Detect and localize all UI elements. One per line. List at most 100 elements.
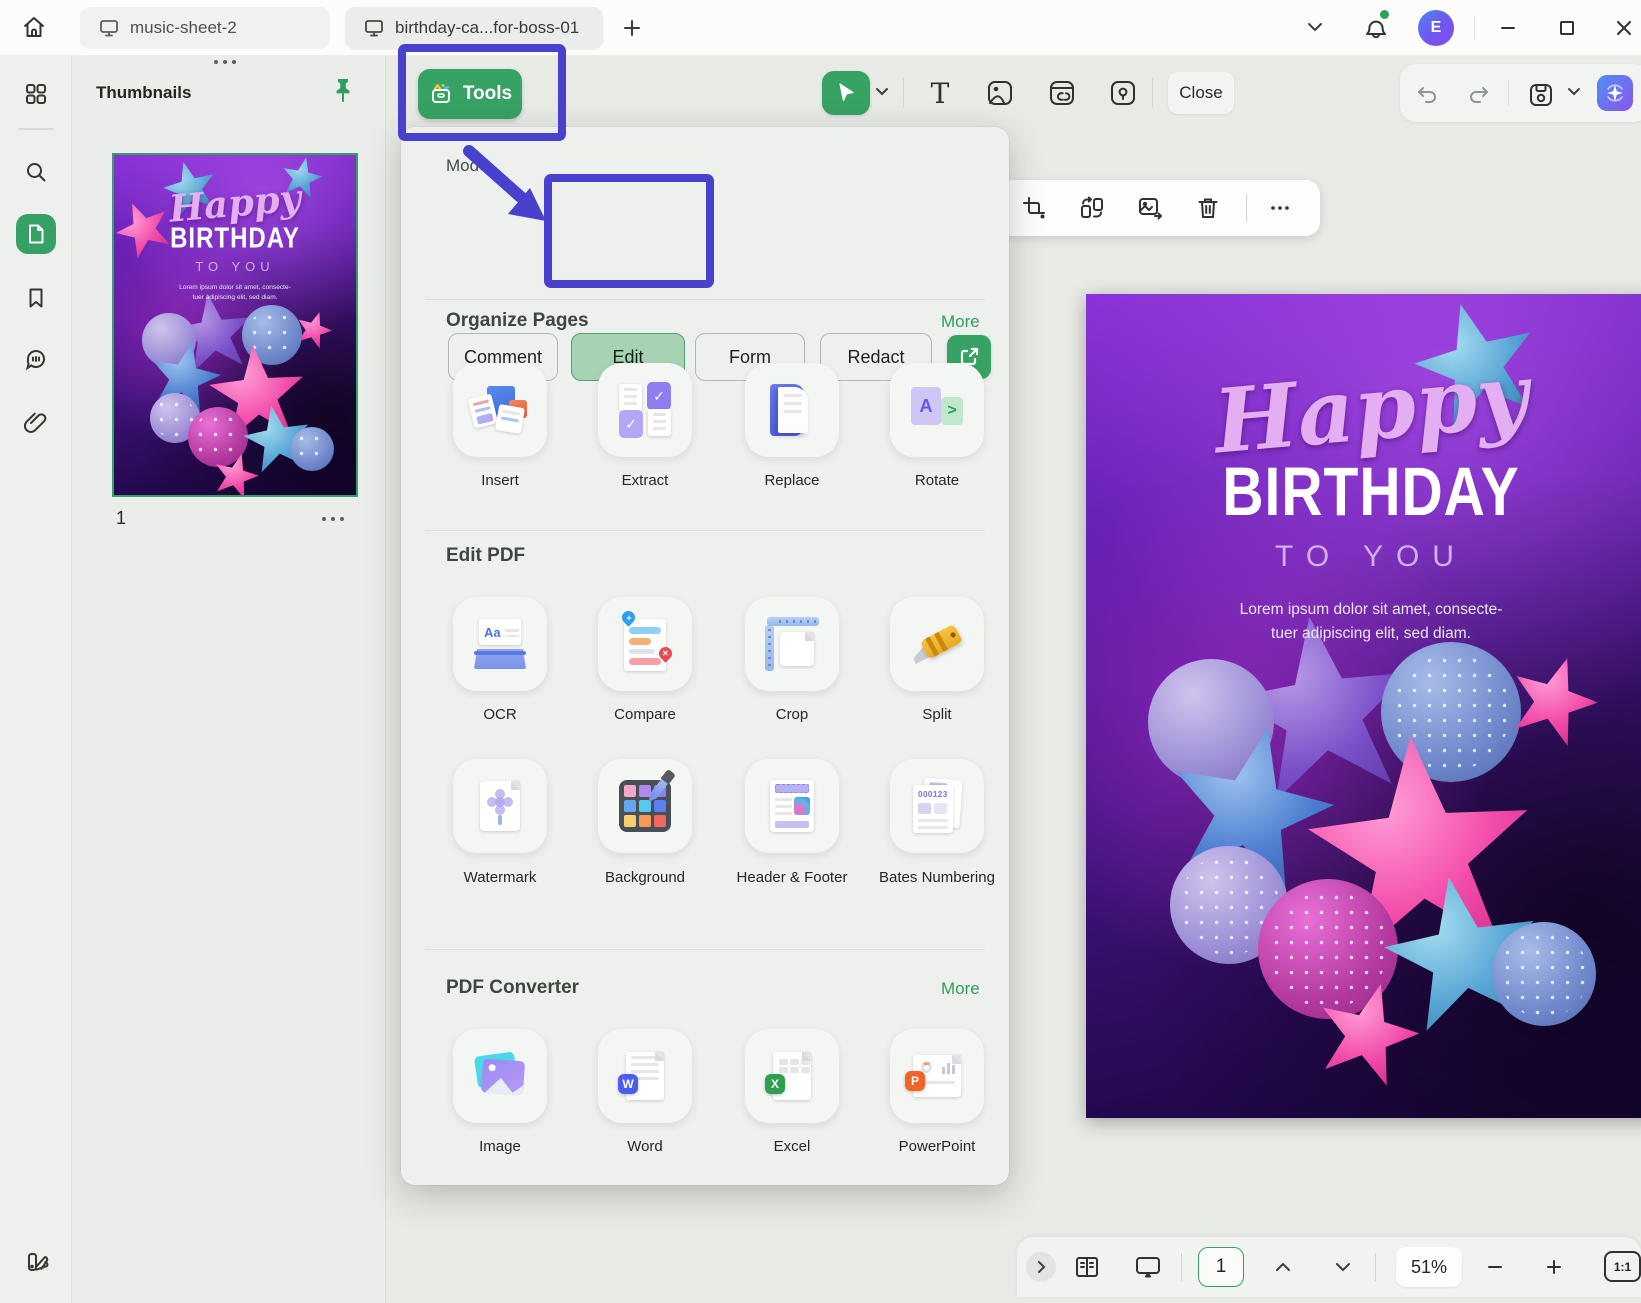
comments-icon[interactable] (16, 340, 56, 380)
minimize-button[interactable] (1494, 14, 1522, 42)
background-icon (619, 780, 671, 832)
tab-music-sheet-2[interactable]: music-sheet-2 (80, 7, 330, 49)
tool-tile-background[interactable] (598, 759, 692, 853)
tool-tile-replace[interactable] (745, 363, 839, 457)
close-window-button[interactable] (1610, 14, 1638, 42)
tab-label: birthday-ca...for-boss-01 (395, 18, 579, 38)
page-number-input[interactable]: 1 (1198, 1247, 1244, 1287)
left-sidebar (0, 56, 72, 1303)
pin-icon[interactable] (330, 76, 356, 106)
zoom-level[interactable]: 51% (1396, 1247, 1462, 1287)
tool-label: Split (867, 705, 1007, 725)
delete-page-icon[interactable] (1190, 190, 1226, 226)
maximize-button[interactable] (1553, 14, 1581, 42)
extract-icon: ✓ ✓ (619, 384, 671, 436)
tools-button[interactable]: Tools (418, 69, 522, 119)
birthday-card-page: Happy BIRTHDAY TO YOU Lorem ipsum dolor … (1086, 294, 1641, 1118)
page-thumbnails-icon[interactable] (16, 214, 56, 254)
save-options-chevron-icon[interactable] (1566, 86, 1582, 98)
divider (903, 78, 904, 108)
add-link-icon[interactable] (1043, 74, 1081, 112)
tool-tile-crop[interactable] (745, 597, 839, 691)
tool-tile-extract[interactable]: ✓ ✓ (598, 363, 692, 457)
search-icon[interactable] (16, 152, 56, 192)
divider (1246, 194, 1247, 222)
select-tool-chevron-icon[interactable] (874, 86, 890, 98)
tool-tile-excel[interactable]: X (745, 1029, 839, 1123)
swatch-fan-icon[interactable] (16, 1242, 56, 1282)
tool-label: Insert (430, 471, 570, 491)
crop-icon[interactable] (1016, 190, 1052, 226)
attachments-icon[interactable] (16, 403, 56, 443)
actual-size-button[interactable]: 1:1 (1604, 1251, 1641, 1282)
avatar[interactable]: E (1418, 10, 1454, 46)
divider (1152, 78, 1153, 108)
save-icon[interactable] (1522, 76, 1560, 114)
tool-tile-insert[interactable] (453, 363, 547, 457)
undo-icon[interactable] (1408, 76, 1446, 114)
tool-label: Crop (722, 705, 862, 725)
insert-icon (471, 384, 529, 436)
ai-assistant-button[interactable] (1597, 75, 1633, 111)
thumbnail-options-icon[interactable] (322, 517, 344, 521)
tool-label: PowerPoint (867, 1137, 1007, 1157)
zoom-out-icon[interactable] (1477, 1249, 1513, 1285)
close-button[interactable]: Close (1168, 72, 1234, 114)
tools-panel: Mode Comment Edit Form Redact Organize P… (401, 127, 1009, 1185)
section-title-edit-pdf: Edit PDF (446, 545, 525, 567)
notifications-bell-icon[interactable] (1361, 12, 1391, 44)
tool-tile-powerpoint[interactable]: P (890, 1029, 984, 1123)
panel-overflow-icon[interactable] (214, 60, 236, 64)
add-text-icon[interactable]: T (921, 74, 959, 112)
tool-tile-split[interactable] (890, 597, 984, 691)
thumbnails-title: Thumbnails (96, 83, 191, 103)
tab-birthday-card[interactable]: birthday-ca...for-boss-01 (345, 7, 603, 49)
bookmarks-icon[interactable] (16, 278, 56, 318)
divider (1508, 80, 1509, 106)
ocr-icon: Aa (474, 619, 526, 669)
redo-icon[interactable] (1460, 76, 1498, 114)
tool-tile-word[interactable]: W (598, 1029, 692, 1123)
divider (425, 949, 985, 950)
document-page[interactable]: Happy BIRTHDAY TO YOU Lorem ipsum dolor … (1086, 294, 1641, 1118)
previous-page-icon[interactable] (1265, 1249, 1301, 1285)
tool-tile-header-footer[interactable] (745, 759, 839, 853)
presentation-mode-icon[interactable] (1130, 1249, 1166, 1285)
tool-label: Rotate (867, 471, 1007, 491)
zoom-in-icon[interactable] (1536, 1249, 1572, 1285)
home-icon[interactable] (20, 13, 48, 41)
divider (1375, 1253, 1376, 1281)
grid-view-icon[interactable] (16, 74, 56, 114)
page-thumbnail[interactable]: Happy BIRTHDAY TO YOU Lorem ipsum dolor … (112, 153, 358, 497)
tool-tile-bates[interactable]: 000123 (890, 759, 984, 853)
tool-tile-watermark[interactable] (453, 759, 547, 853)
crop-icon-tile (765, 617, 819, 671)
avatar-initial: E (1431, 19, 1442, 37)
new-tab-icon[interactable] (620, 16, 644, 40)
bates-numbering-icon: 000123 (913, 779, 961, 833)
organize-pages-more-link[interactable]: More (941, 312, 980, 332)
tool-tile-compare[interactable]: + ✕ (598, 597, 692, 691)
pdf-converter-more-link[interactable]: More (941, 979, 980, 999)
select-tool-button[interactable] (822, 71, 870, 115)
add-image-icon[interactable] (981, 74, 1019, 112)
divider (425, 299, 985, 300)
expand-panel-icon[interactable] (1023, 1249, 1059, 1285)
add-location-icon[interactable] (1104, 74, 1142, 112)
next-page-icon[interactable] (1325, 1249, 1361, 1285)
tool-tile-image[interactable] (453, 1029, 547, 1123)
tools-box-icon (428, 81, 454, 107)
export-image-icon[interactable] (1132, 190, 1168, 226)
titlebar: music-sheet-2 birthday-ca...for-boss-01 … (0, 0, 1641, 56)
chevron-down-icon[interactable] (1304, 20, 1326, 36)
two-page-view-icon[interactable] (1069, 1249, 1105, 1285)
more-options-icon[interactable] (1262, 190, 1298, 226)
tool-tile-ocr[interactable]: Aa (453, 597, 547, 691)
tool-label: Bates Numbering (867, 868, 1007, 888)
monitor-icon (98, 17, 120, 39)
section-title-pdf-converter: PDF Converter (446, 977, 579, 999)
card-main-text: BIRTHDAY (1086, 452, 1641, 531)
replace-rotate-icon[interactable] (1074, 190, 1110, 226)
tool-tile-rotate[interactable]: A > (890, 363, 984, 457)
card-body-text: Lorem ipsum dolor sit amet, consecte- tu… (1086, 598, 1641, 646)
